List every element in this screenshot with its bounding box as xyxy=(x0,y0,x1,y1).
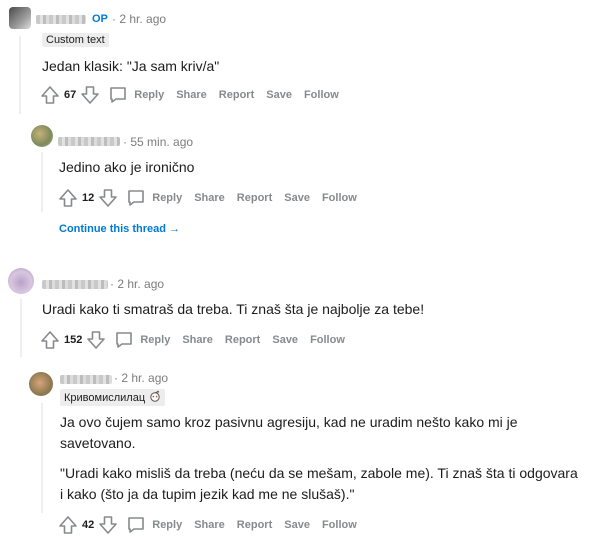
comment-actions: 42 Reply Share Report Save Follow xyxy=(58,515,369,535)
thread-line[interactable] xyxy=(19,36,21,114)
comment-actions: 67 Reply Share Report Save Follow xyxy=(40,85,351,105)
timestamp[interactable]: · 2 hr. ago xyxy=(112,12,166,26)
username-redacted[interactable] xyxy=(36,15,86,24)
avatar[interactable] xyxy=(29,372,53,396)
arrow-right-icon: → xyxy=(169,223,181,235)
save-button[interactable]: Save xyxy=(284,519,310,531)
follow-button[interactable]: Follow xyxy=(304,89,339,101)
follow-button[interactable]: Follow xyxy=(322,519,357,531)
reply-button[interactable]: Reply xyxy=(126,188,182,208)
upvote-arrow-icon[interactable] xyxy=(40,330,60,350)
vote-count: 67 xyxy=(64,89,77,101)
share-button[interactable]: Share xyxy=(182,334,213,346)
report-button[interactable]: Report xyxy=(219,89,254,101)
speech-bubble-icon xyxy=(114,330,134,350)
report-button[interactable]: Report xyxy=(225,334,260,346)
share-button[interactable]: Share xyxy=(194,192,225,204)
thread-line[interactable] xyxy=(41,403,43,513)
comment-body-line-4: i kako (što ja da tupim jezik kad me ne … xyxy=(60,486,355,502)
user-flair: Кривомислилац xyxy=(60,389,166,406)
reply-button[interactable]: Reply xyxy=(114,330,170,350)
comment-body-line-1: Ja ovo čujem samo kroz pasivnu agresiju,… xyxy=(60,414,518,430)
snoo-face-icon xyxy=(149,390,161,405)
follow-button[interactable]: Follow xyxy=(322,192,357,204)
comment-actions: 12 Reply Share Report Save Follow xyxy=(58,188,369,208)
continue-thread-link[interactable]: Continue this thread → xyxy=(59,223,180,235)
user-flair: Custom text xyxy=(42,33,109,47)
op-badge: OP xyxy=(92,13,108,25)
share-button[interactable]: Share xyxy=(176,89,207,101)
comment-body-line-2: savetovano. xyxy=(60,435,136,451)
comment-body: Jedino ako je ironično xyxy=(59,159,195,175)
comment-body: Uradi kako ti smatraš da treba. Ti znaš … xyxy=(42,301,425,317)
downvote-arrow-icon[interactable] xyxy=(98,515,118,535)
vote-count: 42 xyxy=(82,519,95,531)
downvote-arrow-icon[interactable] xyxy=(86,330,106,350)
reply-button[interactable]: Reply xyxy=(108,85,164,105)
thread-line[interactable] xyxy=(41,152,43,212)
report-button[interactable]: Report xyxy=(237,519,272,531)
avatar[interactable] xyxy=(8,268,34,294)
username-redacted[interactable] xyxy=(42,280,108,289)
share-button[interactable]: Share xyxy=(194,519,225,531)
username-redacted[interactable] xyxy=(58,137,120,146)
upvote-arrow-icon[interactable] xyxy=(58,515,78,535)
save-button[interactable]: Save xyxy=(266,89,292,101)
upvote-arrow-icon[interactable] xyxy=(58,188,78,208)
timestamp[interactable]: · 55 min. ago xyxy=(123,135,193,149)
avatar[interactable] xyxy=(31,125,53,147)
downvote-arrow-icon[interactable] xyxy=(80,85,100,105)
timestamp[interactable]: · 2 hr. ago xyxy=(110,277,164,291)
timestamp[interactable]: · 2 hr. ago xyxy=(114,371,168,385)
username-redacted[interactable] xyxy=(60,375,112,384)
vote-count: 152 xyxy=(64,334,83,346)
speech-bubble-icon xyxy=(126,515,146,535)
comment-actions: 152 Reply Share Report Save Follow xyxy=(40,330,357,350)
follow-button[interactable]: Follow xyxy=(310,334,345,346)
avatar[interactable] xyxy=(9,7,31,29)
save-button[interactable]: Save xyxy=(284,192,310,204)
speech-bubble-icon xyxy=(108,85,128,105)
comment-body: Jedan klasik: "Ja sam kriv/a" xyxy=(42,58,220,74)
thread-line[interactable] xyxy=(20,299,22,357)
save-button[interactable]: Save xyxy=(272,334,298,346)
upvote-arrow-icon[interactable] xyxy=(40,85,60,105)
vote-count: 12 xyxy=(82,192,95,204)
reply-button[interactable]: Reply xyxy=(126,515,182,535)
report-button[interactable]: Report xyxy=(237,192,272,204)
comment-body-line-3: "Uradi kako misliš da treba (neću da se … xyxy=(60,465,578,481)
speech-bubble-icon xyxy=(126,188,146,208)
downvote-arrow-icon[interactable] xyxy=(98,188,118,208)
